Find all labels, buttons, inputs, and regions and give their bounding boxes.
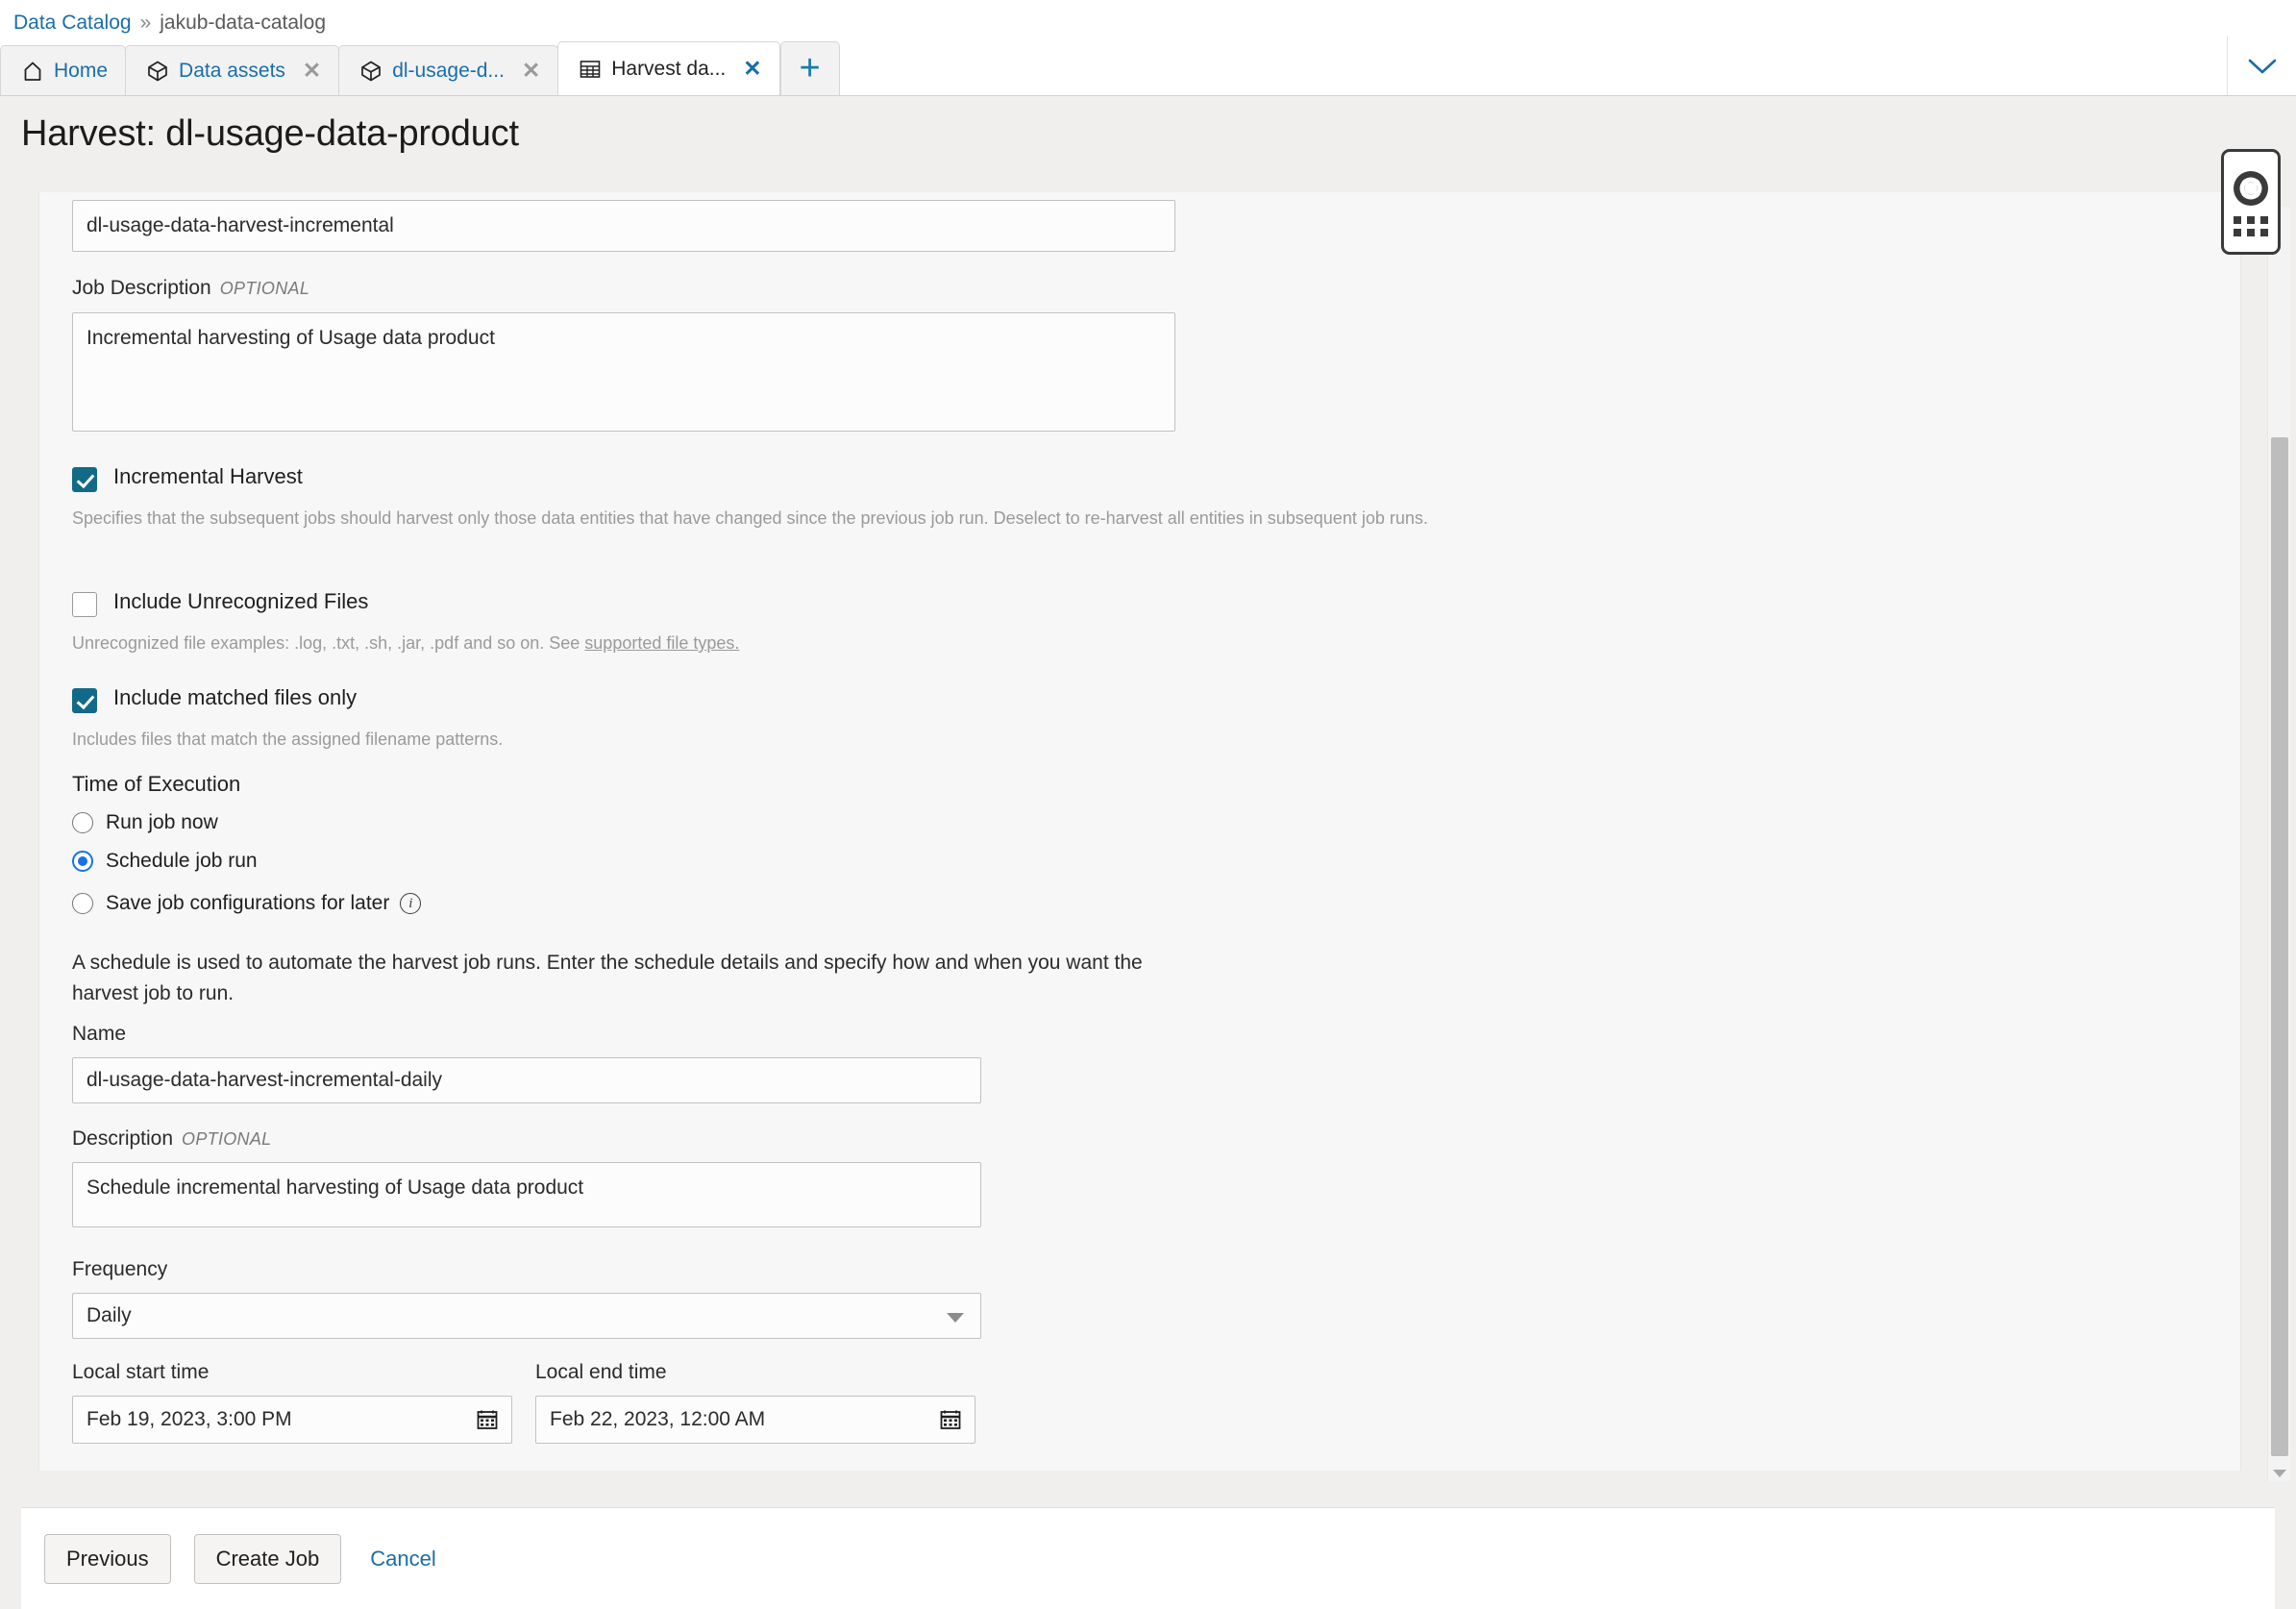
harvest-form-panel: Job Description OPTIONAL Incremental Harv… (38, 192, 2241, 1471)
cancel-button[interactable]: Cancel (364, 1546, 441, 1572)
job-description-optional-tag: OPTIONAL (219, 279, 310, 298)
run-job-now-radio[interactable] (72, 812, 93, 833)
end-time-field[interactable] (535, 1396, 975, 1444)
time-of-execution-heading: Time of Execution (72, 772, 241, 796)
home-icon (20, 59, 45, 84)
incremental-harvest-help: Specifies that the subsequent jobs shoul… (72, 508, 1428, 528)
schedule-description-optional-tag: OPTIONAL (182, 1129, 272, 1149)
breadcrumb-separator: » (139, 12, 152, 34)
lifesaver-icon[interactable] (2231, 168, 2271, 209)
schedule-intro-text: A schedule is used to automate the harve… (72, 952, 1143, 1004)
scrollbar-thumb[interactable] (2271, 437, 2288, 1456)
breadcrumb-root-link[interactable]: Data Catalog (13, 12, 132, 35)
drag-dots-icon[interactable] (2233, 215, 2269, 236)
include-unrecognized-files-label: Include Unrecognized Files (113, 589, 369, 613)
tab-home-label: Home (54, 60, 109, 82)
include-matched-files-label: Include matched files only (113, 685, 358, 709)
schedule-description-label-row: Description OPTIONAL (72, 1127, 271, 1151)
radio-save-job-configs[interactable]: Save job configurations for later i (72, 892, 422, 915)
cube-icon (358, 59, 383, 84)
include-matched-files-row[interactable]: Include matched files only (72, 685, 1571, 713)
run-job-now-label: Run job now (106, 811, 218, 833)
info-icon[interactable]: i (400, 893, 422, 914)
page-title-band: Harvest: dl-usage-data-product (0, 96, 2296, 192)
cube-icon (145, 59, 170, 84)
frequency-label-row: Frequency (72, 1258, 167, 1281)
schedule-description-label: Description (72, 1127, 174, 1150)
start-time-label: Local start time (72, 1361, 210, 1383)
end-time-label: Local end time (535, 1361, 667, 1383)
tab-data-assets-label: Data assets (179, 60, 285, 82)
radio-schedule-job-run[interactable]: Schedule job run (72, 850, 258, 873)
include-unrecognized-files-row[interactable]: Include Unrecognized Files (72, 589, 1571, 617)
include-unrecognized-files-help: Unrecognized file examples: .log, .txt, … (72, 631, 1564, 657)
calendar-icon[interactable] (939, 1408, 962, 1431)
chevron-down-icon (2248, 59, 2276, 73)
frequency-select[interactable] (72, 1293, 981, 1339)
tab-dl-usage-d-close-icon[interactable]: ✕ (522, 60, 540, 82)
tab-harvest-data[interactable]: Harvest da... ✕ (557, 41, 780, 95)
save-job-configs-radio[interactable] (72, 893, 93, 914)
tab-harvest-data-label: Harvest da... (611, 58, 727, 80)
content-scrollbar[interactable] (2267, 207, 2290, 1481)
radio-run-job-now[interactable]: Run job now (72, 811, 218, 834)
schedule-name-input[interactable] (72, 1057, 981, 1103)
save-job-configs-label: Save job configurations for later (106, 892, 390, 914)
schedule-job-run-radio[interactable] (72, 851, 93, 872)
incremental-harvest-checkbox[interactable] (72, 467, 97, 492)
schedule-job-run-label: Schedule job run (106, 850, 258, 872)
include-unrecognized-files-checkbox[interactable] (72, 592, 97, 617)
start-time-input[interactable] (72, 1396, 512, 1444)
job-description-textarea[interactable] (72, 312, 1175, 432)
tab-dl-usage-d-label: dl-usage-d... (392, 60, 505, 82)
previous-button[interactable]: Previous (44, 1533, 171, 1584)
frequency-label: Frequency (72, 1258, 168, 1280)
breadcrumb-current: jakub-data-catalog (160, 12, 327, 34)
include-unrecognized-files-help-text: Unrecognized file examples: .log, .txt, … (72, 633, 585, 653)
job-description-label-row: Job Description OPTIONAL (72, 277, 309, 300)
create-job-button[interactable]: Create Job (193, 1533, 342, 1584)
start-time-label-row: Local start time (72, 1361, 209, 1384)
incremental-harvest-row[interactable]: Incremental Harvest (72, 464, 1571, 492)
tab-data-assets-close-icon[interactable]: ✕ (303, 60, 321, 82)
tab-bar: Home Data assets ✕ dl-usage-d... ✕ Harve… (0, 37, 2296, 96)
tab-harvest-data-close-icon[interactable]: ✕ (743, 58, 761, 80)
tab-data-assets[interactable]: Data assets ✕ (125, 45, 340, 95)
page-title: Harvest: dl-usage-data-product (21, 113, 519, 154)
calendar-icon[interactable] (476, 1408, 499, 1431)
supported-file-types-link[interactable]: supported file types. (584, 633, 739, 653)
content-area: Job Description OPTIONAL Incremental Harv… (0, 192, 2296, 1486)
scroll-down-arrow-icon[interactable] (2273, 1470, 2286, 1477)
schedule-name-label-row: Name (72, 1023, 126, 1046)
schedule-name-label: Name (72, 1023, 127, 1045)
tab-dl-usage-d[interactable]: dl-usage-d... ✕ (338, 45, 559, 95)
end-time-label-row: Local end time (535, 1361, 667, 1384)
job-name-input[interactable] (72, 200, 1175, 252)
include-matched-files-checkbox[interactable] (72, 688, 97, 713)
start-time-field[interactable] (72, 1396, 512, 1444)
end-time-input[interactable] (535, 1396, 975, 1444)
table-grid-icon (578, 57, 603, 82)
incremental-harvest-label: Incremental Harvest (113, 464, 303, 488)
job-description-label: Job Description (72, 277, 211, 299)
schedule-description-textarea[interactable] (72, 1162, 981, 1227)
frequency-select-value[interactable] (72, 1293, 981, 1339)
help-widget[interactable] (2221, 149, 2281, 255)
tab-home[interactable]: Home (0, 45, 127, 95)
tab-list: Home Data assets ✕ dl-usage-d... ✕ Harve… (0, 37, 840, 95)
new-tab-button[interactable]: + (779, 41, 840, 95)
include-matched-files-help: Includes files that match the assigned f… (72, 730, 504, 749)
tab-overflow-button[interactable] (2227, 37, 2296, 95)
footer-action-bar: Previous Create Job Cancel (21, 1507, 2275, 1609)
